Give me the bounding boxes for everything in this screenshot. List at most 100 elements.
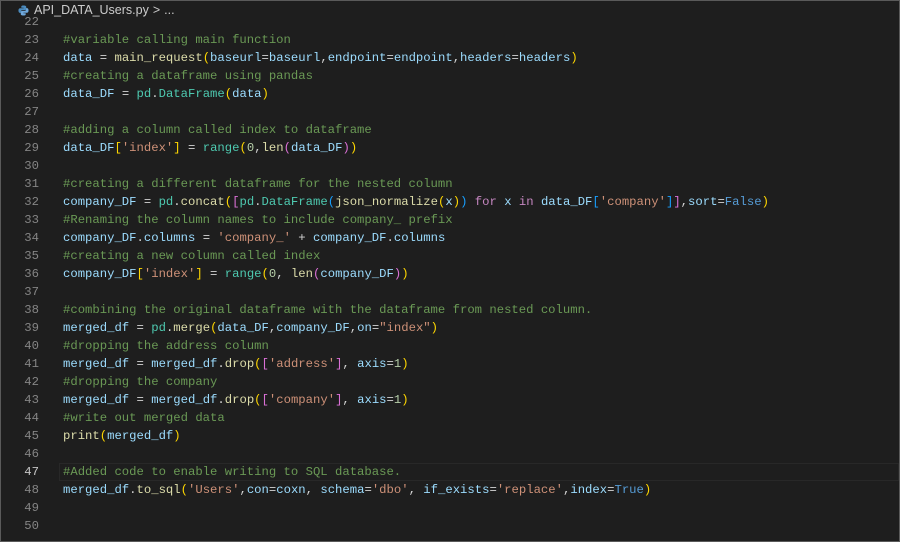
code-token: DataFrame bbox=[261, 195, 328, 209]
line-number: 27 bbox=[24, 105, 39, 119]
code-line[interactable]: 35 #creating a new column called index bbox=[1, 247, 899, 265]
code-token: = bbox=[511, 51, 519, 65]
code-line[interactable]: 39 merged_df = pd.merge(data_DF,company_D… bbox=[1, 319, 899, 337]
code-token: [ bbox=[136, 267, 144, 281]
code-text: #combining the original dataframe with t… bbox=[63, 301, 592, 319]
code-line[interactable]: 40 #dropping the address column bbox=[1, 337, 899, 355]
code-token: ( bbox=[254, 357, 262, 371]
code-token: #dropping the company bbox=[63, 375, 218, 389]
code-line[interactable]: 26 data_DF = pd.DataFrame(data) bbox=[1, 85, 899, 103]
code-token: x bbox=[504, 195, 512, 209]
code-token: con bbox=[246, 483, 269, 497]
code-token: = bbox=[180, 141, 203, 155]
code-token: = bbox=[129, 357, 152, 371]
line-number: 37 bbox=[24, 285, 39, 299]
code-line[interactable]: 25 #creating a dataframe using pandas bbox=[1, 67, 899, 85]
code-line[interactable]: 24 data = main_request(baseurl=baseurl,en… bbox=[1, 49, 899, 67]
code-line[interactable]: 50 bbox=[1, 517, 899, 535]
line-number: 50 bbox=[24, 519, 39, 533]
code-token: ] bbox=[173, 141, 181, 155]
code-line[interactable]: 47 #Added code to enable writing to SQL d… bbox=[1, 463, 899, 481]
code-token: = bbox=[489, 483, 497, 497]
code-token: json_normalize bbox=[335, 195, 438, 209]
code-token: on bbox=[357, 321, 372, 335]
line-number: 46 bbox=[24, 447, 39, 461]
code-line[interactable]: 43 merged_df = merged_df.drop(['company']… bbox=[1, 391, 899, 409]
code-line[interactable]: 36 company_DF['index'] = range(0, len(com… bbox=[1, 265, 899, 283]
code-line[interactable]: 41 merged_df = merged_df.drop(['address']… bbox=[1, 355, 899, 373]
code-token: , bbox=[452, 51, 461, 65]
code-token: drop bbox=[224, 357, 255, 371]
code-token: ( bbox=[261, 267, 269, 281]
code-line[interactable]: 49 bbox=[1, 499, 899, 517]
code-token: headers bbox=[460, 51, 512, 65]
code-token: , bbox=[239, 483, 247, 497]
line-number: 43 bbox=[24, 393, 39, 407]
code-token: = bbox=[364, 483, 372, 497]
code-text: #creating a different dataframe for the … bbox=[63, 175, 453, 193]
line-number: 41 bbox=[24, 357, 39, 371]
code-token: ) bbox=[761, 195, 769, 209]
code-line[interactable]: 30 bbox=[1, 157, 899, 175]
line-number: 29 bbox=[24, 141, 39, 155]
code-editor[interactable]: 22 23 #variable calling main function 24 dat… bbox=[1, 13, 899, 541]
code-line[interactable]: 44 #write out merged data bbox=[1, 409, 899, 427]
code-token: x bbox=[445, 195, 453, 209]
code-token: ( bbox=[224, 195, 233, 209]
code-token: , bbox=[680, 195, 689, 209]
code-token: #write out merged data bbox=[63, 411, 225, 425]
line-number: 49 bbox=[24, 501, 39, 515]
code-text: data_DF = pd.DataFrame(data) bbox=[63, 85, 269, 103]
code-token: baseurl bbox=[268, 51, 321, 65]
code-token: . bbox=[151, 87, 159, 101]
code-token: = bbox=[386, 51, 394, 65]
code-token: , bbox=[305, 483, 321, 497]
code-token: coxn bbox=[276, 483, 306, 497]
code-line[interactable]: 46 bbox=[1, 445, 899, 463]
code-line[interactable]: 28 #adding a column called index to dataf… bbox=[1, 121, 899, 139]
code-line[interactable]: 22 bbox=[1, 13, 899, 31]
code-token: merged_df bbox=[151, 393, 218, 407]
code-line[interactable]: 42 #dropping the company bbox=[1, 373, 899, 391]
code-token: company_DF bbox=[63, 267, 137, 281]
line-number: 28 bbox=[24, 123, 39, 137]
code-token: ) bbox=[349, 141, 358, 155]
code-line[interactable]: 45 print(merged_df) bbox=[1, 427, 899, 445]
code-token: #adding a column called index to datafra… bbox=[63, 123, 372, 137]
code-line[interactable]: 23 #variable calling main function bbox=[1, 31, 899, 49]
code-token: = bbox=[129, 321, 152, 335]
code-token: data_DF bbox=[63, 141, 115, 155]
code-token: , bbox=[276, 267, 291, 281]
code-line[interactable]: 37 bbox=[1, 283, 899, 301]
code-token: headers bbox=[518, 51, 571, 65]
code-token: = bbox=[195, 231, 218, 245]
code-token: #creating a dataframe using pandas bbox=[63, 69, 313, 83]
code-token: data_DF bbox=[217, 321, 269, 335]
code-token: #creating a different dataframe for the … bbox=[63, 177, 453, 191]
code-line[interactable]: 38 #combining the original dataframe with… bbox=[1, 301, 899, 319]
code-text: #creating a dataframe using pandas bbox=[63, 67, 313, 85]
line-number: 48 bbox=[24, 483, 39, 497]
code-token: merged_df bbox=[63, 393, 130, 407]
code-token: , bbox=[254, 141, 262, 155]
code-line[interactable]: 29 data_DF['index'] = range(0,len(data_DF… bbox=[1, 139, 899, 157]
code-line[interactable]: 32 company_DF = pd.concat([pd.DataFrame(j… bbox=[1, 193, 899, 211]
code-token: True bbox=[614, 483, 644, 497]
code-token: merged_df bbox=[63, 321, 130, 335]
line-number: 36 bbox=[24, 267, 39, 281]
code-line[interactable]: 27 bbox=[1, 103, 899, 121]
code-token: . bbox=[386, 231, 394, 245]
code-line[interactable]: 48 merged_df.to_sql('Users',con=coxn, sch… bbox=[1, 481, 899, 499]
code-text: company_DF['index'] = range(0, len(compa… bbox=[63, 265, 409, 283]
code-token: concat bbox=[180, 195, 225, 209]
code-token: 'index' bbox=[121, 141, 174, 155]
code-line[interactable]: 31 #creating a different dataframe for th… bbox=[1, 175, 899, 193]
code-token: ) bbox=[342, 141, 350, 155]
code-token: data bbox=[63, 51, 93, 65]
code-token: = bbox=[114, 87, 137, 101]
code-line[interactable]: 33 #Renaming the column names to include … bbox=[1, 211, 899, 229]
code-token: for bbox=[467, 195, 505, 209]
code-line[interactable]: 34 company_DF.columns = 'company_' + comp… bbox=[1, 229, 899, 247]
code-token: , bbox=[408, 483, 424, 497]
code-token: . bbox=[217, 357, 225, 371]
